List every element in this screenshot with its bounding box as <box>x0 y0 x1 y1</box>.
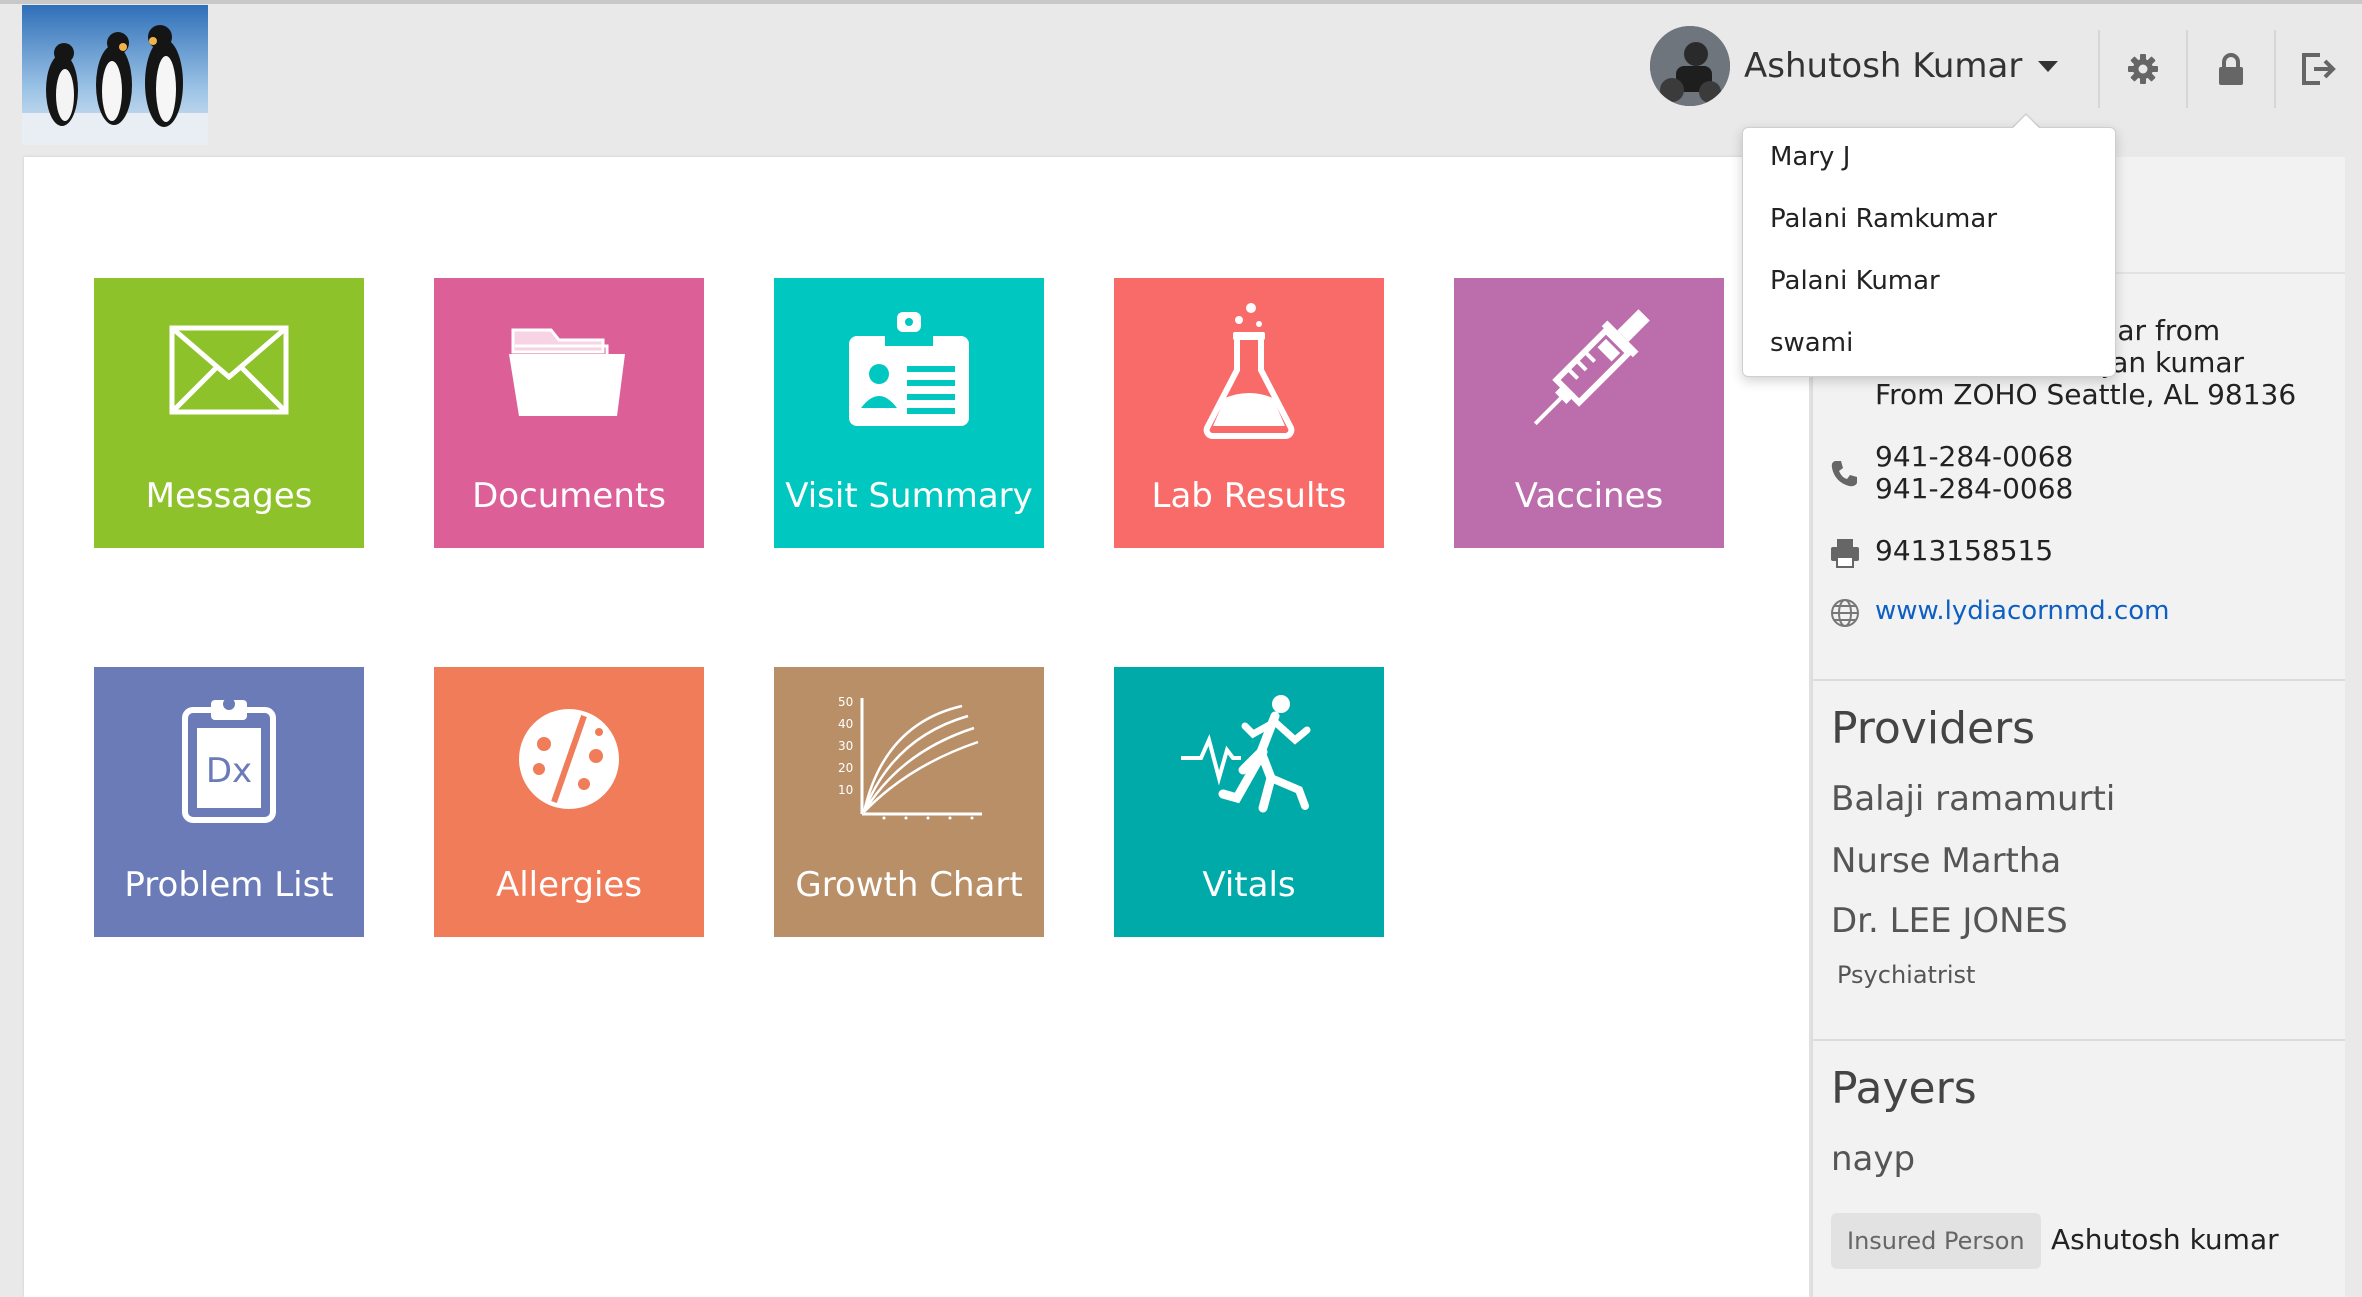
svg-text:10: 10 <box>838 783 853 797</box>
insured-person-name: Ashutosh kumar <box>2051 1223 2279 1256</box>
gear-icon[interactable] <box>2098 30 2186 108</box>
user-menu[interactable]: Ashutosh Kumar <box>1650 22 2059 110</box>
allergy-icon <box>434 691 704 827</box>
dropdown-arrow-inner <box>2013 115 2039 128</box>
phone-icon <box>1829 441 1875 505</box>
tile-lab-results[interactable]: Lab Results <box>1114 278 1384 548</box>
dropdown-item[interactable]: Mary J <box>1770 142 1850 172</box>
tile-label: Vitals <box>1202 865 1296 905</box>
phone-row: 941-284-0068 941-284-0068 <box>1829 441 2073 505</box>
provider-name[interactable]: Balaji ramamurti <box>1831 779 2115 819</box>
dropdown-item[interactable]: swami <box>1770 328 1853 358</box>
website-row: www.lydiacornmd.com <box>1829 595 2169 629</box>
chevron-down-icon[interactable] <box>2038 60 2059 72</box>
practice-logo[interactable] <box>22 5 208 145</box>
dropdown-item[interactable]: Palani Ramkumar <box>1770 204 1997 234</box>
tile-messages[interactable]: Messages <box>94 278 364 548</box>
provider-specialty: Psychiatrist <box>1837 961 1976 989</box>
phone-number: 941-284-0068 <box>1875 440 2074 473</box>
tile-allergies[interactable]: Allergies <box>434 667 704 937</box>
tile-label: Problem List <box>124 865 334 905</box>
clipboard-dx-icon: Dx <box>94 691 364 827</box>
tile-vaccines[interactable]: Vaccines <box>1454 278 1724 548</box>
svg-text:50: 50 <box>838 695 853 709</box>
providers-heading: Providers <box>1831 703 2036 754</box>
flask-icon <box>1114 302 1384 439</box>
tile-label: Lab Results <box>1151 476 1347 516</box>
svg-text:20: 20 <box>838 761 853 775</box>
divider <box>1813 679 2345 681</box>
tile-label: Documents <box>472 476 666 516</box>
address-line: From ZOHO Seattle, AL 98136 <box>1875 378 2297 411</box>
tile-label: Messages <box>145 476 313 516</box>
user-avatar[interactable] <box>1650 26 1730 106</box>
syringe-icon <box>1454 302 1724 438</box>
tile-label: Allergies <box>495 865 643 905</box>
divider <box>1813 1039 2345 1041</box>
folder-icon <box>434 302 704 438</box>
svg-text:40: 40 <box>838 717 853 731</box>
id-card-icon <box>774 302 1044 438</box>
envelope-icon <box>94 302 364 438</box>
dropdown-item[interactable]: Palani Kumar <box>1770 266 1940 296</box>
payers-heading: Payers <box>1831 1063 1977 1114</box>
lock-icon[interactable] <box>2186 30 2274 108</box>
tile-vitals[interactable]: Vitals <box>1114 667 1384 937</box>
tile-documents[interactable]: Documents <box>434 278 704 548</box>
tile-problem-list[interactable]: Dx Problem List <box>94 667 364 937</box>
tile-growth-chart[interactable]: 50 40 30 20 10 Growth Chart <box>774 667 1044 937</box>
logout-icon[interactable] <box>2274 30 2362 108</box>
growth-chart-icon: 50 40 30 20 10 <box>774 691 1044 827</box>
tile-visit-summary[interactable]: Visit Summary <box>774 278 1044 548</box>
tile-label: Vaccines <box>1514 476 1664 516</box>
provider-name[interactable]: Dr. LEE JONES <box>1831 901 2068 941</box>
provider-name[interactable]: Nurse Martha <box>1831 841 2061 881</box>
runner-icon <box>1114 691 1384 827</box>
user-switch-dropdown: Mary J Palani Ramkumar Palani Kumar swam… <box>1742 127 2116 377</box>
globe-icon <box>1829 595 1875 629</box>
tile-label: Growth Chart <box>795 865 1023 905</box>
svg-text:Dx: Dx <box>206 751 252 791</box>
payer-name: nayp <box>1831 1139 1916 1179</box>
tile-label: Visit Summary <box>785 476 1033 516</box>
dashboard-panel: Messages Documents Visit Summary Lab Res… <box>24 157 1809 1297</box>
fax-row: 9413158515 <box>1829 535 2053 569</box>
svg-text:30: 30 <box>838 739 853 753</box>
header-actions <box>2098 30 2362 108</box>
user-name[interactable]: Ashutosh Kumar <box>1744 46 2022 86</box>
fax-number: 9413158515 <box>1875 534 2054 567</box>
website-link[interactable]: www.lydiacornmd.com <box>1875 595 2169 629</box>
phone-number: 941-284-0068 <box>1875 472 2074 505</box>
printer-icon <box>1829 535 1875 569</box>
insured-person-badge: Insured Person <box>1831 1213 2041 1269</box>
top-border <box>0 0 2362 4</box>
